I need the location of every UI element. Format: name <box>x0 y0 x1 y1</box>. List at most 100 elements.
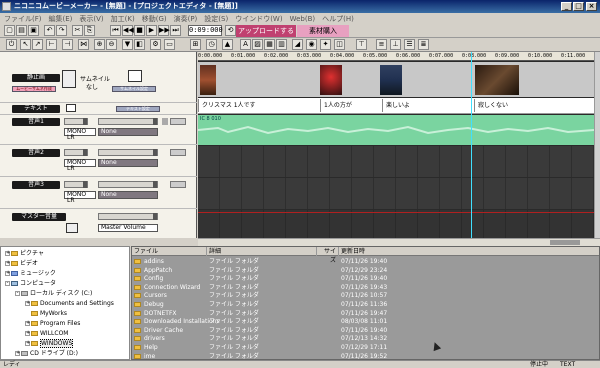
rewind-icon[interactable]: ◀◀ <box>122 25 134 36</box>
audio1-device-select[interactable]: None <box>98 128 158 136</box>
close-button[interactable]: × <box>586 2 597 11</box>
upload-button[interactable]: アップロードする <box>236 25 296 37</box>
minimize-button[interactable]: _ <box>561 2 572 11</box>
open-icon[interactable]: ▤ <box>16 25 27 36</box>
file-row[interactable]: Help ファイル フォルダ 07/12/29 17:11 <box>132 344 599 352</box>
menu-item[interactable]: 表示(V) <box>79 14 103 24</box>
thumbnail-settings-button[interactable]: サムネイル設定 <box>112 86 156 92</box>
menu-item[interactable]: 設定(S) <box>204 14 228 24</box>
menu-item[interactable]: ファイル(F) <box>4 14 42 24</box>
audio3-pan-slider[interactable] <box>98 181 158 188</box>
expand-toggle-icon[interactable]: + <box>5 271 10 276</box>
clip-icon[interactable]: ▭ <box>164 39 175 50</box>
folder-tree-node[interactable]: + Program Files <box>25 319 80 328</box>
audio1-pan-slider[interactable] <box>98 118 158 125</box>
menu-item[interactable]: 編集(E) <box>49 14 73 24</box>
folder-tree-node[interactable]: + Documents and Settings <box>25 299 114 308</box>
fade-icon[interactable]: ◢ <box>292 39 303 50</box>
stop-icon[interactable]: ■ <box>134 25 145 36</box>
copy-icon[interactable]: ⎘ <box>84 25 95 36</box>
file-row[interactable]: Downloaded Installations ファイル フォルダ 08/03/0… <box>132 318 599 326</box>
master-volume-line[interactable] <box>198 212 594 213</box>
timeline-area[interactable]: 0:00.000 0:01.000 0:02.000 0:03.000 0:04.000… <box>198 52 594 238</box>
loop-icon[interactable]: ⟲ <box>225 25 236 36</box>
zoom-in-icon[interactable]: ⊕ <box>94 39 105 50</box>
folder-tree-node[interactable]: + WILLCOM <box>25 329 68 338</box>
movie-thumbnail-button[interactable]: ムービーサムネ作成 <box>12 86 56 92</box>
power-icon[interactable]: ⏻ <box>6 39 17 50</box>
grid-icon[interactable]: ▦ <box>264 39 275 50</box>
clock-icon[interactable]: ◷ <box>206 39 217 50</box>
new-icon[interactable]: ▢ <box>4 25 15 36</box>
file-row[interactable]: drivers ファイル フォルダ 07/12/13 14:32 <box>132 335 599 343</box>
redo-icon[interactable]: ↷ <box>56 25 67 36</box>
audio3-lane[interactable] <box>198 178 594 209</box>
audio2-device-select[interactable]: None <box>98 159 158 167</box>
file-list[interactable]: ファイル 詳細 サイズ 更新日時 addins ファイル フォルダ 07/11/26… <box>131 246 600 360</box>
fast-forward-icon[interactable]: ▶▶ <box>158 25 170 36</box>
marker-icon[interactable]: ▼ <box>122 39 133 50</box>
menu-item[interactable]: 演奏(P) <box>174 14 198 24</box>
align-bottom-icon[interactable]: ⊥ <box>390 39 401 50</box>
text-track[interactable]: クリスマス 1人です 1人の方が 楽しいよ 寂しくない <box>198 98 594 114</box>
split-icon[interactable]: ⊢ <box>46 39 57 50</box>
arrow-up-icon[interactable]: ▲ <box>222 39 233 50</box>
justify-icon[interactable]: ≣ <box>418 39 429 50</box>
file-row[interactable]: DOTNETFX ファイル フォルダ 07/11/26 19:47 <box>132 310 599 318</box>
expand-toggle-icon[interactable]: - <box>15 291 20 296</box>
folder-tree-node[interactable]: + WINDOWS <box>25 339 74 348</box>
file-row[interactable]: addins ファイル フォルダ 07/11/26 19:40 <box>132 258 599 266</box>
file-row[interactable]: ime ファイル フォルダ 07/11/26 19:52 <box>132 353 599 359</box>
video-clip-thumbnail[interactable] <box>200 65 216 95</box>
settings-icon[interactable]: ⚙ <box>150 39 161 50</box>
maximize-button[interactable]: □ <box>573 2 584 11</box>
folder-tree-node[interactable]: MyWorks <box>25 309 67 318</box>
align-center-icon[interactable]: ≡ <box>376 39 387 50</box>
text-clip[interactable]: 寂しくない <box>474 99 594 112</box>
text-clip[interactable]: 1人の方が <box>320 99 382 112</box>
timeline-vertical-scrollbar[interactable] <box>594 52 600 238</box>
audio3-device-select[interactable]: None <box>98 191 158 199</box>
folder-tree-node[interactable]: + ピクチャ <box>5 249 44 258</box>
video-clip-thumbnail[interactable] <box>380 65 402 95</box>
folder-tree[interactable]: + ピクチャ + ビデオ + ミュージック - コンピュータ - ローカル ディスク (C:) + D… <box>0 246 130 360</box>
playhead[interactable] <box>471 52 472 238</box>
expand-toggle-icon[interactable]: + <box>5 261 10 266</box>
menu-item[interactable]: ヘルプ(H) <box>322 14 354 24</box>
layer-icon[interactable]: ▥ <box>276 39 287 50</box>
expand-toggle-icon[interactable]: + <box>5 251 10 256</box>
align-top-icon[interactable]: ⊤ <box>356 39 367 50</box>
menu-item[interactable]: ウインドウ(W) <box>235 14 282 24</box>
end-icon[interactable]: ⏭ <box>170 25 181 36</box>
video-track[interactable] <box>198 62 594 97</box>
audio1-channel-select[interactable]: MONO LR <box>64 128 96 141</box>
audio2-channel-select[interactable]: MONO LR <box>64 159 96 172</box>
menu-item[interactable]: 移動(G) <box>142 14 167 24</box>
color-picker-icon[interactable]: ◧ <box>134 39 145 50</box>
menu-item[interactable]: Web(B) <box>290 15 316 23</box>
file-row[interactable]: Cursors ファイル フォルダ 07/11/26 10:57 <box>132 292 599 300</box>
audio3-volume-slider[interactable] <box>64 181 88 188</box>
timeline-horizontal-scrollbar[interactable] <box>198 238 600 246</box>
pointer-icon[interactable]: ↖ <box>20 39 31 50</box>
audio2-volume-slider[interactable] <box>64 149 88 156</box>
expand-toggle-icon[interactable]: + <box>25 301 30 306</box>
zoom-slider[interactable] <box>550 240 580 245</box>
material-purchase-button[interactable]: 素材購入 <box>297 25 349 37</box>
preview-icon[interactable]: ◫ <box>334 39 345 50</box>
video-clip-thumbnail[interactable] <box>320 65 342 95</box>
play-icon[interactable]: ▶ <box>146 25 157 36</box>
text-clip[interactable]: 楽しいよ <box>382 99 474 112</box>
folder-tree-node[interactable]: - コンピュータ <box>5 279 56 288</box>
image-tool-icon[interactable]: ▨ <box>252 39 263 50</box>
audio1-volume-slider[interactable] <box>64 118 88 125</box>
text-tool-icon[interactable]: A <box>240 39 251 50</box>
track-add-icon[interactable]: ⊞ <box>190 39 201 50</box>
text-settings-button[interactable]: テキスト設定 <box>116 106 160 112</box>
file-row[interactable]: AppPatch ファイル フォルダ 07/12/29 23:24 <box>132 267 599 275</box>
expand-toggle-icon[interactable]: + <box>25 321 30 326</box>
file-row[interactable]: Connection Wizard ファイル フォルダ 07/11/26 19:43 <box>132 284 599 292</box>
align-icon[interactable]: ⊣ <box>62 39 73 50</box>
folder-tree-node[interactable]: - ローカル ディスク (C:) <box>15 289 92 298</box>
select-range-icon[interactable]: ↗ <box>32 39 43 50</box>
